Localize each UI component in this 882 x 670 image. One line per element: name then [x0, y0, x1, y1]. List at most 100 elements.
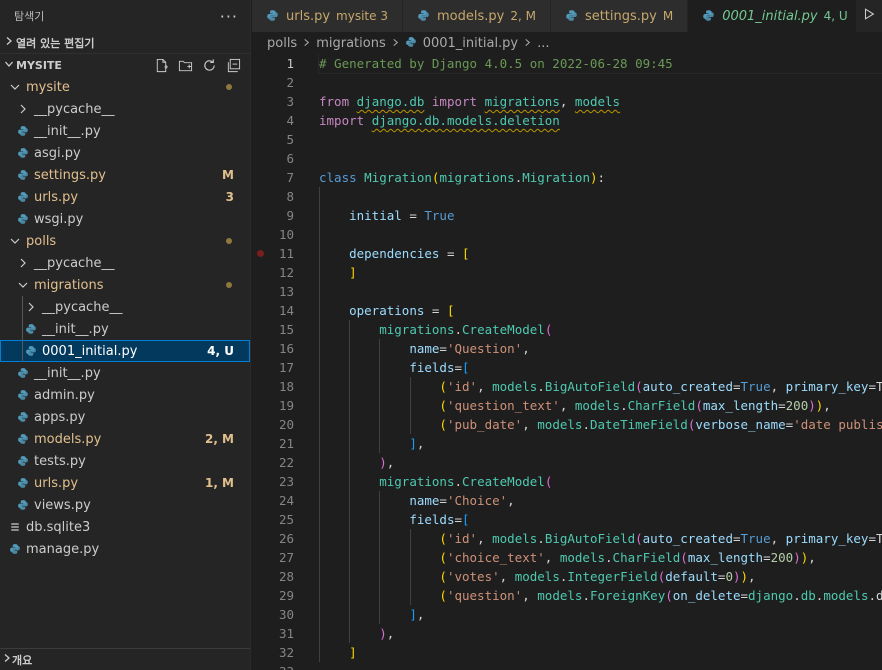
code-line[interactable]: ], [319, 434, 882, 453]
tree-file[interactable]: __init__.py [0, 318, 250, 340]
line-number[interactable]: 27 [252, 548, 312, 567]
breakpoint-hint-icon[interactable] [257, 250, 264, 257]
code-editor[interactable]: 1 2 3 4 5 6 7 8 9 10 11 12 13 14 15 16 17 18 19 20 21 22 23 24 2… [252, 54, 882, 670]
code-line[interactable]: class Migration(migrations.Migration): [319, 168, 882, 187]
line-number[interactable]: 15 [252, 320, 312, 339]
line-number[interactable]: 14 [252, 301, 312, 320]
code-line[interactable]: ('question_text', models.CharField(max_l… [319, 396, 882, 415]
tree-folder[interactable]: __pycache__ [0, 296, 250, 318]
line-number[interactable]: 8 [252, 187, 312, 206]
tree-file[interactable]: db.sqlite3 [0, 516, 250, 538]
code-line[interactable]: migrations.CreateModel( [319, 320, 882, 339]
tree-file[interactable]: views.py [0, 494, 250, 516]
code-line[interactable]: ] [319, 643, 882, 662]
tree-file[interactable]: settings.py M [0, 164, 250, 186]
collapse-all-icon[interactable] [224, 56, 242, 74]
tree-folder[interactable]: polls [0, 230, 250, 252]
breadcrumb-item[interactable]: 0001_initial.py [423, 36, 518, 51]
breadcrumb-item[interactable]: polls [267, 36, 297, 51]
code-line[interactable]: name='Choice', [319, 491, 882, 510]
tree-file[interactable]: models.py 2, M [0, 428, 250, 450]
line-number[interactable]: 16 [252, 339, 312, 358]
tree-file[interactable]: tests.py [0, 450, 250, 472]
code-line[interactable] [319, 149, 882, 168]
new-folder-icon[interactable] [176, 56, 194, 74]
code-line[interactable]: ], [319, 605, 882, 624]
line-number[interactable]: 24 [252, 491, 312, 510]
code-line[interactable]: ('pub_date', models.DateTimeField(verbos… [319, 415, 882, 434]
tree-folder[interactable]: __pycache__ [0, 98, 250, 120]
line-number[interactable]: 13 [252, 282, 312, 301]
line-number[interactable]: 28 [252, 567, 312, 586]
tree-folder[interactable]: migrations [0, 274, 250, 296]
new-file-icon[interactable] [152, 56, 170, 74]
code-line[interactable]: ('id', models.BigAutoField(auto_created=… [319, 377, 882, 396]
code-line[interactable]: import django.db.models.deletion [319, 111, 882, 130]
line-number[interactable]: 9 [252, 206, 312, 225]
code-line[interactable]: from django.db import migrations, models [319, 92, 882, 111]
code-line[interactable]: ] [319, 263, 882, 282]
code-line[interactable]: # Generated by Django 4.0.5 on 2022-06-2… [318, 54, 882, 74]
tree-file[interactable]: __init__.py [0, 362, 250, 384]
outline-section[interactable]: 개요 [0, 648, 250, 670]
code-line[interactable] [319, 225, 882, 244]
editor-tab[interactable]: 0001_initial.py 4, U [688, 0, 882, 32]
editor-tab[interactable]: urls.py mysite 3 [252, 0, 403, 32]
line-number[interactable]: 17 [252, 358, 312, 377]
line-number[interactable]: 19 [252, 396, 312, 415]
line-number[interactable]: 7 [252, 168, 312, 187]
line-number[interactable]: 3 [252, 92, 312, 111]
line-number[interactable]: 20 [252, 415, 312, 434]
tree-file[interactable]: asgi.py [0, 142, 250, 164]
code-line[interactable]: dependencies = [ [319, 244, 882, 263]
code-line[interactable]: ('choice_text', models.CharField(max_len… [319, 548, 882, 567]
line-number[interactable]: 29 [252, 586, 312, 605]
line-number[interactable]: 2 [252, 73, 312, 92]
code-line[interactable]: ), [319, 624, 882, 643]
editor-tab[interactable]: models.py 2, M [402, 0, 551, 32]
refresh-icon[interactable] [200, 56, 218, 74]
breadcrumb-item[interactable]: ... [537, 36, 549, 51]
line-number[interactable]: 33 [252, 662, 312, 670]
tree-file[interactable]: 0001_initial.py 4, U [0, 340, 250, 362]
code-line[interactable]: ), [319, 453, 882, 472]
code-lines[interactable]: # Generated by Django 4.0.5 on 2022-06-2… [318, 54, 882, 670]
tree-folder[interactable]: __pycache__ [0, 252, 250, 274]
line-number[interactable]: 11 [252, 244, 312, 263]
line-number[interactable]: 22 [252, 453, 312, 472]
workspace-section[interactable]: MYSITE [0, 54, 250, 76]
run-icon[interactable] [862, 7, 876, 25]
code-line[interactable]: operations = [ [319, 301, 882, 320]
line-number[interactable]: 31 [252, 624, 312, 643]
line-number[interactable]: 1 [252, 54, 312, 73]
line-number[interactable]: 32 [252, 643, 312, 662]
line-number[interactable]: 21 [252, 434, 312, 453]
tree-file[interactable]: admin.py [0, 384, 250, 406]
open-editors-section[interactable]: 열려 있는 편집기 [0, 32, 250, 54]
line-number[interactable]: 26 [252, 529, 312, 548]
line-number[interactable]: 10 [252, 225, 312, 244]
code-line[interactable] [319, 662, 882, 670]
code-line[interactable] [319, 282, 882, 301]
tree-file[interactable]: apps.py [0, 406, 250, 428]
tree-file[interactable]: __init__.py [0, 120, 250, 142]
code-line[interactable]: ('votes', models.IntegerField(default=0)… [319, 567, 882, 586]
code-line[interactable] [319, 73, 882, 92]
line-number[interactable]: 30 [252, 605, 312, 624]
line-number[interactable]: 5 [252, 130, 312, 149]
line-number[interactable]: 4 [252, 111, 312, 130]
breadcrumb-item[interactable]: migrations [316, 36, 386, 51]
line-number[interactable]: 12 [252, 263, 312, 282]
tree-file[interactable]: urls.py 1, M [0, 472, 250, 494]
line-number[interactable]: 25 [252, 510, 312, 529]
code-line[interactable] [319, 187, 882, 206]
code-line[interactable]: fields=[ [319, 358, 882, 377]
code-line[interactable] [319, 130, 882, 149]
line-number[interactable]: 23 [252, 472, 312, 491]
line-number-gutter[interactable]: 1 2 3 4 5 6 7 8 9 10 11 12 13 14 15 16 17 18 19 20 21 22 23 24 2… [252, 54, 312, 670]
tree-file[interactable]: manage.py [0, 538, 250, 560]
tree-file[interactable]: wsgi.py [0, 208, 250, 230]
code-line[interactable]: fields=[ [319, 510, 882, 529]
code-line[interactable]: ('id', models.BigAutoField(auto_created=… [319, 529, 882, 548]
more-actions-icon[interactable]: ··· [220, 7, 238, 26]
